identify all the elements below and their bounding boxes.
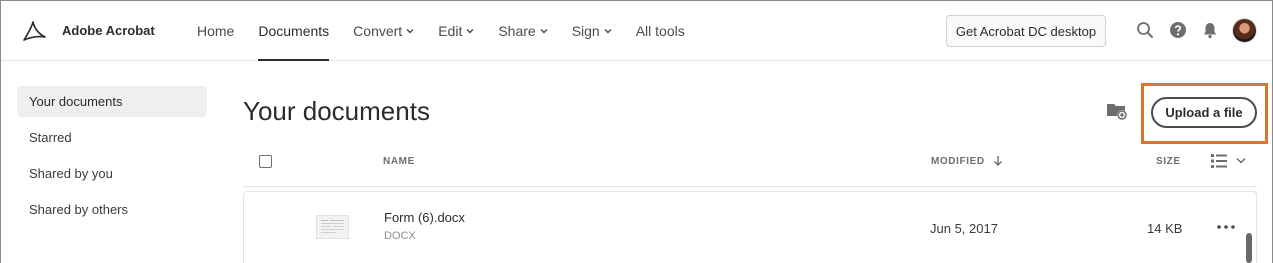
nav-sign[interactable]: Sign [572, 1, 612, 61]
nav-share[interactable]: Share [498, 1, 548, 61]
sidebar-item-label: Shared by you [29, 166, 113, 181]
chevron-down-icon [466, 29, 474, 34]
table-header-divider [243, 186, 1257, 187]
main-nav: Home Documents Convert Edit Share Sign A… [197, 1, 709, 61]
nav-documents[interactable]: Documents [258, 1, 329, 61]
select-all-checkbox[interactable] [259, 155, 272, 168]
highlight-box [1141, 83, 1268, 144]
new-folder-icon[interactable] [1106, 101, 1128, 121]
table-row[interactable] [243, 191, 1257, 263]
chevron-down-icon [406, 29, 414, 34]
brand-name[interactable]: Adobe Acrobat [62, 23, 155, 38]
file-name[interactable]: Form (6).docx [384, 210, 465, 225]
nav-label: Share [498, 23, 536, 39]
list-view-icon[interactable] [1210, 153, 1248, 169]
sidebar-item-label: Starred [29, 130, 72, 145]
nav-home[interactable]: Home [197, 1, 234, 61]
nav-all-tools[interactable]: All tools [636, 1, 685, 61]
help-icon[interactable] [1169, 21, 1187, 39]
nav-label: Home [197, 23, 235, 39]
file-modified: Jun 5, 2017 [930, 221, 998, 236]
sidebar-item-label: Your documents [29, 94, 123, 109]
chevron-down-icon [540, 29, 548, 34]
sidebar-item-label: Shared by others [29, 202, 129, 217]
column-header-size[interactable]: SIZE [1156, 156, 1181, 167]
sort-arrow-down-icon[interactable] [993, 155, 1003, 167]
file-thumbnail[interactable] [316, 215, 349, 239]
column-header-name[interactable]: NAME [383, 156, 415, 167]
get-desktop-button[interactable]: Get Acrobat DC desktop [946, 15, 1106, 47]
file-type: DOCX [384, 230, 416, 242]
file-size: 14 KB [1147, 221, 1183, 236]
search-icon[interactable] [1136, 21, 1154, 39]
top-bar: Adobe Acrobat Home Documents Convert Edi… [1, 1, 1272, 61]
nav-label: All tools [635, 23, 685, 39]
sidebar-item-your-documents[interactable]: Your documents [17, 86, 207, 117]
nav-label: Edit [438, 23, 463, 39]
page-title: Your documents [243, 96, 430, 126]
sidebar-item-starred[interactable]: Starred [17, 122, 207, 153]
avatar[interactable] [1232, 18, 1257, 43]
sidebar-item-shared-by-others[interactable]: Shared by others [17, 194, 207, 225]
document-thumbnail-icon [321, 220, 344, 233]
nav-convert[interactable]: Convert [353, 1, 414, 61]
chevron-down-icon [604, 29, 612, 34]
nav-label: Convert [353, 23, 403, 39]
nav-label: Documents [258, 23, 330, 39]
sidebar-item-shared-by-you[interactable]: Shared by you [17, 158, 207, 189]
bell-icon[interactable] [1201, 21, 1219, 39]
acrobat-logo-icon[interactable] [21, 18, 47, 44]
more-options-icon[interactable] [1216, 222, 1236, 232]
scrollbar-thumb[interactable] [1246, 233, 1252, 263]
column-header-modified[interactable]: MODIFIED [931, 156, 985, 167]
nav-edit[interactable]: Edit [438, 1, 474, 61]
nav-label: Sign [571, 23, 600, 39]
